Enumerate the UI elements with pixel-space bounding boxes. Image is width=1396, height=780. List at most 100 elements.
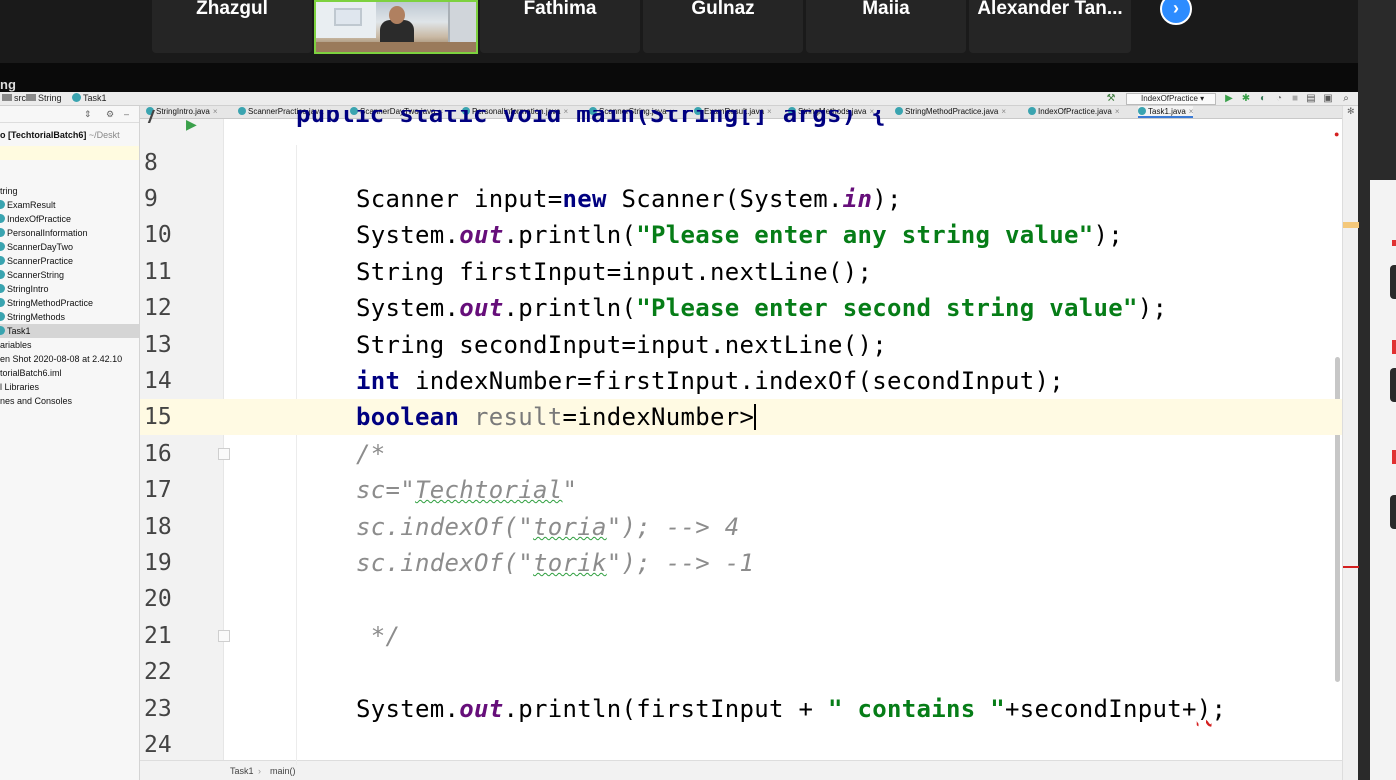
- code-text: System.out.println(firstInput + " contai…: [356, 695, 1227, 723]
- navigation-bar: src String Task1 ⚒ IndexOfPractice ▾ ▶ ✱…: [0, 92, 1358, 106]
- code-line-15: 15 boolean result=indexNumber>: [0, 399, 1358, 435]
- status-class[interactable]: Task1: [230, 766, 254, 776]
- active-speaker-video[interactable]: [314, 0, 478, 54]
- code-text: String firstInput=input.nextLine();: [356, 258, 873, 286]
- desktop-background: [1358, 0, 1396, 780]
- code-line-7: 7 public static void main(String[] args)…: [0, 110, 1358, 140]
- background-accent: [1392, 340, 1396, 354]
- line-number: 14: [144, 368, 172, 394]
- breadcrumb-package[interactable]: String: [26, 93, 62, 103]
- video-desk: [316, 42, 476, 52]
- line-number: 10: [144, 222, 172, 248]
- line-number: 22: [144, 659, 172, 685]
- status-method[interactable]: main(): [270, 766, 296, 776]
- participant-name: Maiia: [862, 0, 910, 19]
- participant-tile[interactable]: Alexander Tan...: [969, 0, 1131, 53]
- code-line-9: 9 Scanner input=new Scanner(System.in);: [0, 181, 1358, 217]
- code-line-11: 11 String firstInput=input.nextLine();: [0, 254, 1358, 290]
- layout-icon[interactable]: ▣: [1323, 94, 1333, 104]
- code-text: System.out.println("Please enter second …: [356, 294, 1168, 322]
- code-text: public static void main(String[] args) {: [296, 110, 886, 128]
- line-number: 13: [144, 332, 172, 358]
- zoom-participant-strip: Zhazgul Fathima Gulnaz Maiia Alexander T…: [0, 0, 1358, 63]
- line-number: 7: [144, 110, 158, 129]
- chevron-right-icon: ›: [1173, 0, 1179, 18]
- coverage-icon[interactable]: ◐: [1258, 94, 1268, 104]
- participant-name: Gulnaz: [691, 0, 755, 19]
- folder-icon: [26, 94, 36, 101]
- code-line-17: 17 sc="Techtorial": [0, 472, 1358, 508]
- background-item: [1390, 368, 1396, 402]
- line-number: 19: [144, 550, 172, 576]
- code-text: /*: [356, 440, 386, 468]
- window-title-bar: ng: [0, 63, 1358, 92]
- next-page-button[interactable]: ›: [1160, 0, 1192, 25]
- code-line-21: 21 */: [0, 618, 1358, 654]
- code-line-14: 14 int indexNumber=firstInput.indexOf(se…: [0, 363, 1358, 399]
- participant-name: Alexander Tan...: [977, 0, 1123, 19]
- build-icon[interactable]: ⚒: [1106, 94, 1116, 104]
- fold-marker-icon[interactable]: [218, 630, 230, 642]
- text-caret: [754, 404, 757, 430]
- background-item: [1390, 265, 1396, 299]
- code-line-8: 8: [0, 145, 1358, 181]
- participant-name: Fathima: [523, 0, 597, 19]
- stop-icon[interactable]: ■: [1290, 94, 1300, 104]
- line-number: 20: [144, 586, 172, 612]
- code-line-19: 19 sc.indexOf("torik"); --> -1: [0, 545, 1358, 581]
- breadcrumb-class[interactable]: Task1: [72, 93, 107, 103]
- background-accent: [1392, 450, 1396, 464]
- line-number: 21: [144, 623, 172, 649]
- participant-tile[interactable]: Maiia: [806, 0, 966, 53]
- video-person-head: [389, 6, 405, 24]
- code-line-18: 18 sc.indexOf("toria"); --> 4: [0, 509, 1358, 545]
- profile-icon[interactable]: ◔: [1274, 94, 1284, 104]
- line-number: 12: [144, 295, 172, 321]
- video-monitor-shape: [448, 2, 476, 42]
- code-line-22: 22: [0, 654, 1358, 690]
- line-number: 23: [144, 696, 172, 722]
- code-line-20: 20: [0, 581, 1358, 617]
- fold-marker-icon[interactable]: [218, 448, 230, 460]
- code-text: String secondInput=input.nextLine();: [356, 331, 887, 359]
- code-text: sc.indexOf("toria"); --> 4: [356, 513, 740, 541]
- code-text: Scanner input=new Scanner(System.in);: [356, 185, 902, 213]
- code-line-23: 23 System.out.println(firstInput + " con…: [0, 691, 1358, 727]
- line-number: 11: [144, 259, 172, 285]
- code-text: boolean result=indexNumber>: [356, 403, 757, 431]
- participant-tile[interactable]: Fathima: [480, 0, 640, 53]
- line-number: 9: [144, 186, 158, 212]
- structure-icon[interactable]: ▤: [1306, 94, 1316, 104]
- run-gutter-icon[interactable]: ▶: [186, 116, 197, 133]
- run-config-selector[interactable]: IndexOfPractice ▾: [1126, 93, 1216, 105]
- folder-icon: [2, 94, 12, 101]
- line-number: 15: [144, 404, 172, 430]
- code-text: sc="Techtorial": [356, 476, 578, 504]
- participant-tile[interactable]: Gulnaz: [643, 0, 803, 53]
- breadcrumb-src[interactable]: src: [2, 93, 26, 103]
- line-number: 17: [144, 477, 172, 503]
- window-title: ng: [0, 77, 16, 92]
- breadcrumb-separator: ›: [258, 766, 261, 776]
- code-line-12: 12 System.out.println("Please enter seco…: [0, 290, 1358, 326]
- run-icon[interactable]: ▶: [1224, 94, 1234, 104]
- code-line-13: 13 String secondInput=input.nextLine();: [0, 327, 1358, 363]
- line-number: 16: [144, 441, 172, 467]
- background-item: [1390, 495, 1396, 529]
- line-number: 8: [144, 150, 158, 176]
- participant-tile[interactable]: Zhazgul: [152, 0, 312, 53]
- code-text: sc.indexOf("torik"); --> -1: [356, 549, 755, 577]
- line-number: 24: [144, 732, 172, 758]
- code-text: System.out.println("Please enter any str…: [356, 221, 1123, 249]
- code-line-16: 16 /*: [0, 436, 1358, 472]
- participant-name: Zhazgul: [196, 0, 268, 19]
- line-number: 18: [144, 514, 172, 540]
- video-screen-shape: [334, 8, 362, 26]
- background-accent: [1392, 240, 1396, 246]
- editor-breadcrumb-bar: Task1 › main(): [140, 760, 1342, 780]
- code-text: int indexNumber=firstInput.indexOf(secon…: [356, 367, 1064, 395]
- debug-icon[interactable]: ✱: [1241, 94, 1251, 104]
- code-text: */: [356, 622, 401, 650]
- code-line-24: 24: [0, 727, 1358, 760]
- search-icon[interactable]: ⌕: [1341, 94, 1351, 104]
